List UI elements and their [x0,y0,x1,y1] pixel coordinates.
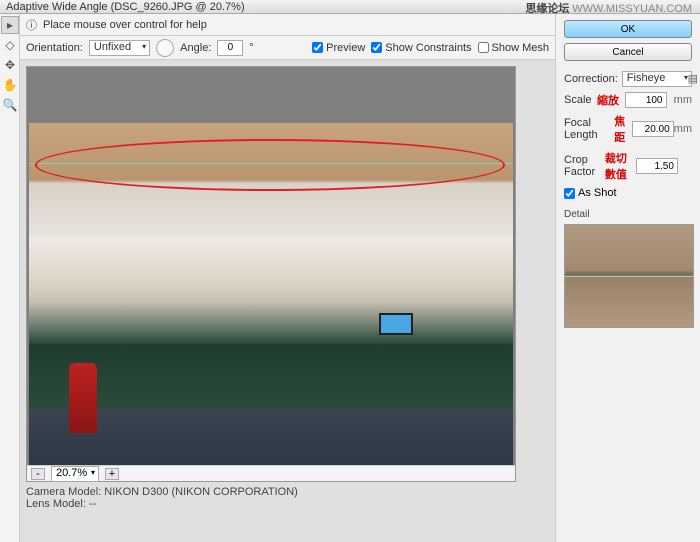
correction-label: Correction: [564,73,618,85]
detail-preview [564,224,694,328]
correction-select[interactable]: Fisheye [622,71,692,87]
tool-palette: ▸ ◇ ✥ ✋ 🔍 [0,14,20,542]
annotation-ellipse [35,139,505,191]
crop-label: Crop Factor [564,154,605,178]
show-mesh-checkbox[interactable]: Show Mesh [478,42,549,54]
options-bar: Orientation: Unfixed Angle: ° Preview Sh… [20,36,555,60]
as-shot-checkbox[interactable]: As Shot [564,187,692,199]
scale-annotation: 縮放 [597,92,619,108]
orientation-select[interactable]: Unfixed [89,40,150,56]
focal-label: Focal Length [564,117,614,141]
crop-input[interactable] [636,158,678,174]
cancel-button[interactable]: Cancel [564,43,692,61]
move-tool[interactable]: ✥ [1,56,19,74]
zoom-in-button[interactable]: + [105,468,119,480]
crop-annotation: 裁切數值 [605,150,636,182]
focal-input[interactable] [632,121,674,137]
help-hint-text: Place mouse over control for help [43,19,207,31]
angle-dial[interactable] [156,39,174,57]
angle-label: Angle: [180,42,211,54]
polygon-tool[interactable]: ◇ [1,36,19,54]
canvas-status-bar: - 20.7% + [27,465,515,481]
hand-tool[interactable]: ✋ [1,76,19,94]
image-canvas[interactable]: - 20.7% + [26,66,516,482]
help-hint-bar: ⓘ Place mouse over control for help [20,14,555,36]
zoom-out-button[interactable]: - [31,468,45,480]
tv-screen [379,313,413,335]
preview-checkbox[interactable]: Preview [312,42,365,54]
camera-info: Camera Model: NIKON D300 (NIKON CORPORAT… [26,486,298,510]
scale-unit: mm [672,94,692,106]
scale-label: Scale [564,94,592,106]
gear-icon[interactable]: ▤ [688,72,698,85]
constraint-tool[interactable]: ▸ [1,16,19,34]
focal-annotation: 焦距 [614,113,631,145]
orientation-label: Orientation: [26,42,83,54]
side-panel: OK Cancel Correction: Fisheye ▤ Scale 縮放… [555,14,700,542]
zoom-tool[interactable]: 🔍 [1,96,19,114]
degree-symbol: ° [249,42,253,54]
show-constraints-checkbox[interactable]: Show Constraints [371,42,471,54]
focal-unit: mm [674,123,692,135]
detail-label: Detail [564,209,692,220]
window-title: Adaptive Wide Angle (DSC_9260.JPG @ 20.7… [6,1,245,13]
angle-input[interactable] [217,40,243,56]
santa-figure [69,363,97,433]
ok-button[interactable]: OK [564,20,692,38]
scale-input[interactable] [625,92,667,108]
zoom-select[interactable]: 20.7% [51,466,99,482]
help-icon: ⓘ [26,17,37,33]
